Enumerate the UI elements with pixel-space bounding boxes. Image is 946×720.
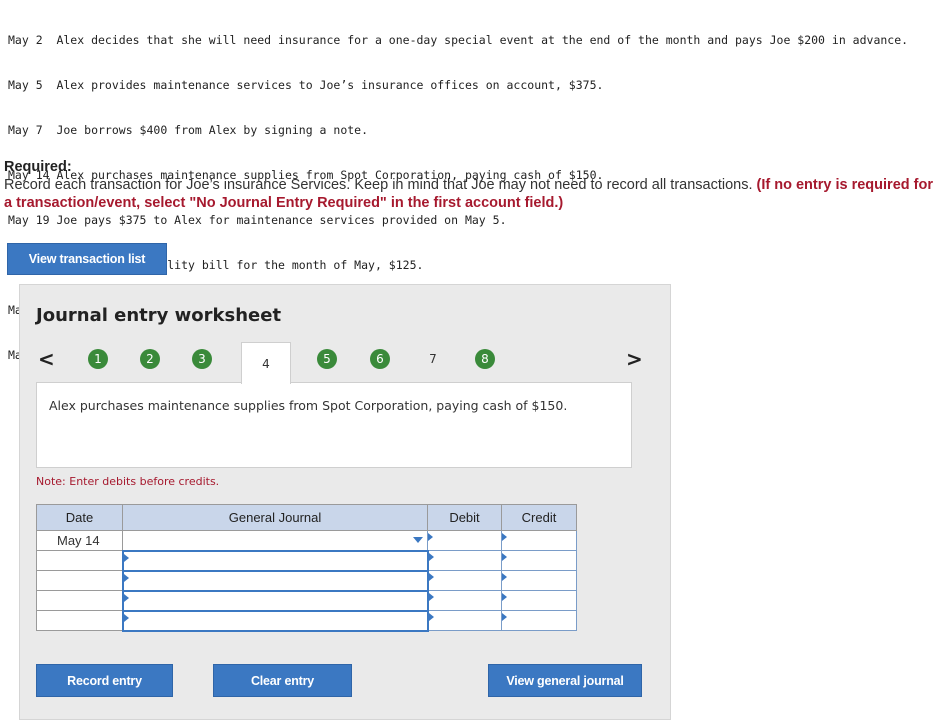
debit-input[interactable] bbox=[427, 550, 502, 571]
view-transaction-list-button[interactable]: View transaction list bbox=[7, 243, 167, 275]
record-entry-button[interactable]: Record entry bbox=[36, 664, 173, 697]
step-1-button[interactable]: 1 bbox=[88, 349, 108, 369]
transaction-line: May 2 Alex decides that she will need in… bbox=[8, 33, 909, 47]
input-marker-icon bbox=[123, 613, 129, 622]
credit-input[interactable] bbox=[501, 530, 577, 551]
table-row bbox=[36, 549, 577, 572]
input-marker-icon bbox=[502, 613, 507, 621]
input-marker-icon bbox=[428, 573, 434, 581]
account-select[interactable] bbox=[122, 530, 428, 551]
step-3-button[interactable]: 3 bbox=[192, 349, 212, 369]
step-4-tab-active[interactable]: 4 bbox=[241, 342, 291, 384]
input-marker-icon bbox=[502, 553, 507, 561]
step-2-button[interactable]: 2 bbox=[140, 349, 160, 369]
input-marker-icon bbox=[502, 533, 507, 541]
debit-input[interactable] bbox=[427, 530, 502, 551]
view-general-journal-button[interactable]: View general journal bbox=[488, 664, 642, 697]
required-title: Required: bbox=[4, 159, 72, 175]
input-marker-icon bbox=[123, 553, 129, 562]
table-row bbox=[36, 569, 577, 592]
step-5-button[interactable]: 5 bbox=[317, 349, 337, 369]
transaction-description: Alex purchases maintenance supplies from… bbox=[36, 382, 632, 468]
debit-input[interactable] bbox=[427, 610, 502, 631]
header-date: Date bbox=[36, 504, 123, 531]
previous-arrow-icon[interactable]: < bbox=[38, 347, 55, 371]
transaction-line: May 19 Joe pays $375 to Alex for mainten… bbox=[8, 213, 507, 227]
transaction-line: May 5 Alex provides maintenance services… bbox=[8, 78, 604, 92]
date-cell bbox=[36, 550, 123, 571]
credit-input[interactable] bbox=[501, 550, 577, 571]
account-select[interactable] bbox=[121, 609, 429, 632]
next-arrow-icon[interactable]: > bbox=[626, 347, 643, 371]
step-6-button[interactable]: 6 bbox=[370, 349, 390, 369]
credit-input[interactable] bbox=[501, 570, 577, 591]
input-marker-icon bbox=[502, 573, 507, 581]
required-section: Required: Record each transaction for Jo… bbox=[4, 158, 934, 212]
credit-input[interactable] bbox=[501, 610, 577, 631]
worksheet-title: Journal entry worksheet bbox=[36, 305, 282, 326]
date-cell bbox=[36, 570, 123, 591]
clear-entry-button[interactable]: Clear entry bbox=[213, 664, 352, 697]
debit-input[interactable] bbox=[427, 590, 502, 611]
step-8-button[interactable]: 8 bbox=[475, 349, 495, 369]
input-marker-icon bbox=[502, 593, 507, 601]
input-marker-icon bbox=[123, 593, 129, 602]
header-debit: Debit bbox=[427, 504, 502, 531]
input-marker-icon bbox=[123, 573, 129, 582]
debit-input[interactable] bbox=[427, 570, 502, 591]
table-row: May 14 bbox=[36, 530, 577, 551]
input-marker-icon bbox=[428, 553, 434, 561]
date-cell bbox=[36, 590, 123, 611]
header-general-journal: General Journal bbox=[122, 504, 428, 531]
account-select[interactable] bbox=[121, 549, 429, 572]
table-header-row: Date General Journal Debit Credit bbox=[36, 504, 577, 531]
header-credit: Credit bbox=[501, 504, 577, 531]
input-marker-icon bbox=[428, 593, 434, 601]
required-text: Record each transaction for Joe’s insura… bbox=[4, 177, 753, 193]
journal-entry-worksheet: Journal entry worksheet < 1 2 3 4 5 6 7 … bbox=[19, 284, 671, 720]
step-7-button[interactable]: 7 bbox=[423, 349, 443, 369]
debits-note: Note: Enter debits before credits. bbox=[36, 475, 220, 488]
chevron-down-icon[interactable] bbox=[413, 537, 423, 543]
account-select[interactable] bbox=[121, 589, 429, 612]
credit-input[interactable] bbox=[501, 590, 577, 611]
date-cell bbox=[36, 610, 123, 631]
table-row bbox=[36, 609, 577, 632]
input-marker-icon bbox=[428, 533, 433, 541]
account-select[interactable] bbox=[121, 569, 429, 592]
date-cell: May 14 bbox=[36, 530, 123, 551]
journal-table: Date General Journal Debit Credit May 14 bbox=[36, 504, 577, 632]
transaction-line: May 7 Joe borrows $400 from Alex by sign… bbox=[8, 123, 369, 137]
input-marker-icon bbox=[428, 613, 434, 621]
table-row bbox=[36, 589, 577, 612]
